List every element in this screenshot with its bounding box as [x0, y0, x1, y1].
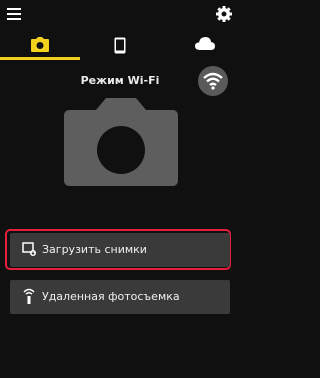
remote-shooting-label: Удаленная фотосъемка: [42, 290, 180, 303]
camera-icon: [31, 37, 49, 52]
tab-smartphone[interactable]: [80, 30, 160, 60]
download-to-device-icon: [22, 242, 36, 256]
cloud-icon: [194, 37, 215, 50]
remote-shutter-icon: [23, 288, 35, 304]
top-bar: [0, 0, 240, 30]
remote-shooting-button[interactable]: Удаленная фотосъемка: [10, 280, 230, 314]
gear-icon[interactable]: [214, 4, 234, 24]
smartphone-icon: [114, 37, 126, 54]
mode-tabs: [0, 30, 240, 60]
tab-cloud[interactable]: [160, 30, 240, 60]
active-tab-indicator: [0, 57, 80, 60]
wifi-icon: [203, 72, 223, 90]
download-images-label: Загрузить снимки: [42, 243, 147, 256]
wifi-button[interactable]: [198, 66, 228, 96]
camera-illustration: [64, 98, 178, 186]
page-title: Режим Wi-Fi: [80, 74, 160, 87]
download-images-button[interactable]: Загрузить снимки: [10, 233, 230, 267]
hamburger-menu-icon[interactable]: [6, 6, 24, 22]
tab-camera[interactable]: [0, 30, 80, 60]
